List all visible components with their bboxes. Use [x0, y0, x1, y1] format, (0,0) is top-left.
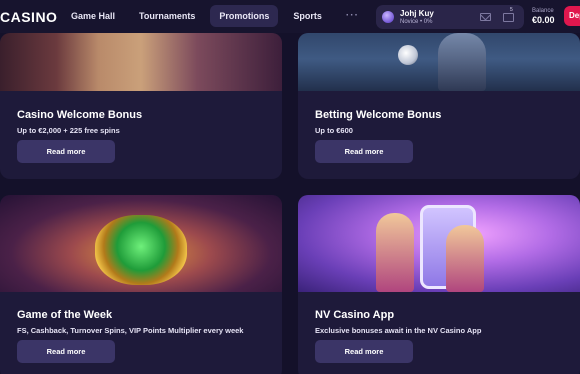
read-more-button[interactable]: Read more [17, 340, 115, 363]
promo-card-casino-app: NV Casino App Exclusive bonuses await in… [298, 195, 580, 374]
user-level: Novice • 0% [400, 19, 433, 25]
promo-card-casino-welcome: Casino Welcome Bonus Up to €2,000 + 225 … [0, 33, 282, 179]
app-banner-image [298, 195, 580, 292]
balance-value: €0.00 [532, 15, 555, 25]
casino-bonus-banner-image [0, 33, 282, 91]
main-nav: Game Hall Tournaments Promotions Sports … [62, 5, 368, 27]
promo-card-game-of-the-week: Game of the Week FS, Cashback, Turnover … [0, 195, 282, 374]
football-player-figure [438, 33, 486, 91]
card-title: NV Casino App [315, 309, 395, 321]
card-title: Casino Welcome Bonus [17, 109, 143, 121]
card-subtitle: Exclusive bonuses await in the NV Casino… [315, 326, 482, 335]
promo-card-betting-welcome: Betting Welcome Bonus Up to €600 Read mo… [298, 33, 580, 179]
read-more-button[interactable]: Read more [315, 340, 413, 363]
top-bar: CASINO Game Hall Tournaments Promotions … [0, 0, 580, 33]
read-more-button[interactable]: Read more [315, 140, 413, 163]
scarab-icon [95, 215, 187, 285]
football-icon [398, 45, 418, 65]
user-profile-box[interactable]: Johj Kuy Novice • 0% 5 [376, 5, 524, 29]
nav-more-button[interactable]: ··· [337, 5, 368, 27]
mail-icon[interactable] [480, 13, 491, 21]
card-subtitle: Up to €600 [315, 126, 353, 135]
card-title: Betting Welcome Bonus [315, 109, 442, 121]
balance-label: Balance [532, 8, 554, 14]
card-title: Game of the Week [17, 309, 113, 321]
woman-figure-left [376, 213, 414, 292]
scarab-banner-image [0, 195, 282, 292]
nav-sports[interactable]: Sports [284, 5, 331, 27]
user-name: Johj Kuy [400, 9, 434, 18]
avatar[interactable] [382, 11, 394, 23]
woman-figure-right [446, 225, 484, 292]
nav-game-hall[interactable]: Game Hall [62, 5, 124, 27]
football-banner-image [298, 33, 580, 91]
nav-tournaments[interactable]: Tournaments [130, 5, 204, 27]
card-subtitle: FS, Cashback, Turnover Spins, VIP Points… [17, 326, 244, 335]
card-subtitle: Up to €2,000 + 225 free spins [17, 126, 120, 135]
deposit-button[interactable]: Dep [564, 6, 580, 26]
gift-icon[interactable] [503, 13, 514, 22]
read-more-button[interactable]: Read more [17, 140, 115, 163]
casino-logo[interactable]: CASINO [0, 9, 57, 25]
gift-count-badge: 5 [510, 7, 513, 13]
nav-promotions[interactable]: Promotions [210, 5, 279, 27]
